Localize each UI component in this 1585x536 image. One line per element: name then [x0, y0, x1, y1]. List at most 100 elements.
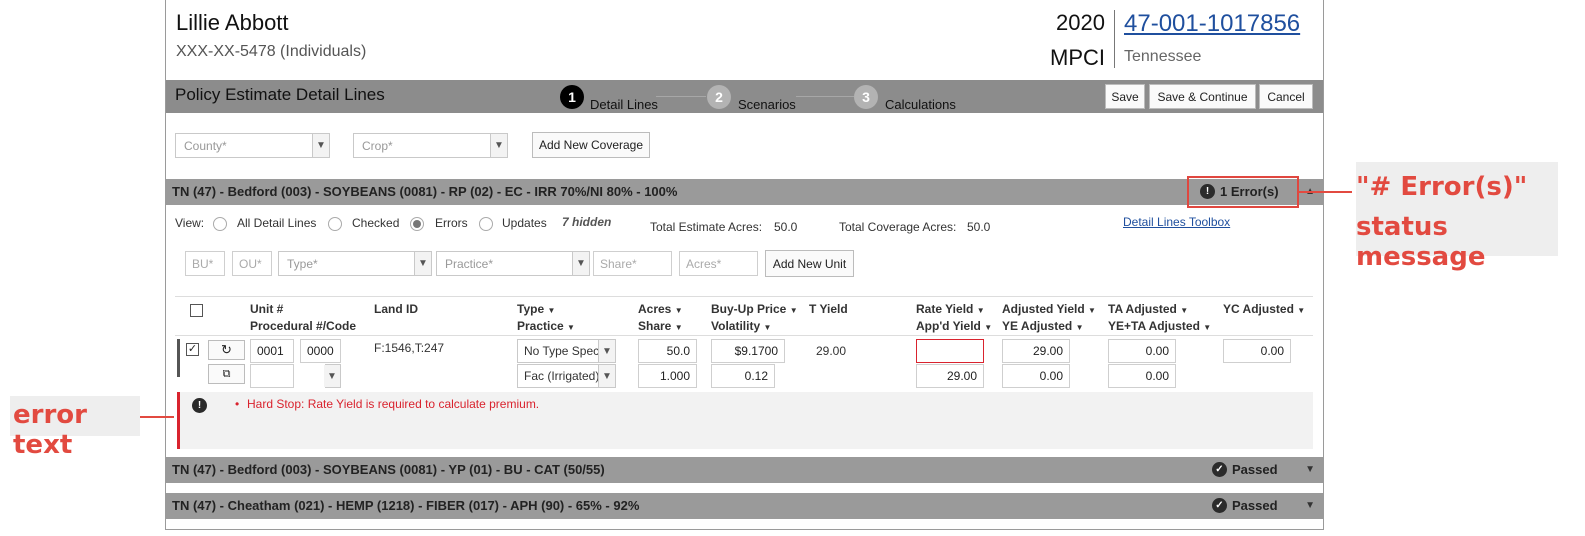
col-volatility[interactable]: Volatility ▼ — [711, 319, 771, 333]
practice-select[interactable]: Practice* ▼ — [436, 251, 590, 276]
code-select[interactable]: ▼ — [324, 364, 341, 388]
step-1-number[interactable]: 1 — [560, 85, 584, 109]
ta-adjusted-input[interactable]: 0.00 — [1108, 339, 1176, 363]
col-type[interactable]: Type ▼ — [517, 302, 555, 316]
col-ta-adjusted[interactable]: TA Adjusted ▼ — [1108, 302, 1188, 316]
step-3-label[interactable]: Calculations — [885, 97, 956, 112]
radio-label[interactable]: Errors — [435, 216, 468, 230]
undo-icon[interactable]: ↻ — [208, 340, 245, 360]
step-2-number[interactable]: 2 — [707, 85, 731, 109]
policy-state: Tennessee — [1124, 48, 1202, 65]
acres-value-input[interactable]: 50.0 — [638, 339, 697, 363]
ye-ta-adjusted-input[interactable]: 0.00 — [1108, 364, 1176, 388]
radio-errors[interactable] — [410, 217, 424, 231]
chevron-down-icon: ▼ — [572, 252, 589, 275]
radio-updates[interactable] — [479, 217, 493, 231]
volatility-input[interactable]: 0.12 — [711, 364, 775, 388]
coverage-group-bar[interactable]: TN (47) - Bedford (003) - SOYBEANS (0081… — [166, 179, 1323, 205]
row-practice-select[interactable]: Fac (Irrigated) ▼ — [517, 364, 616, 388]
crop-placeholder: Crop* — [362, 138, 393, 153]
total-estimate-label: Total Estimate Acres: — [650, 220, 763, 234]
row-indicator — [177, 339, 180, 377]
share-value-input[interactable]: 1.000 — [638, 364, 697, 388]
passed-status: ✓ Passed — [1212, 462, 1278, 477]
radio-label[interactable]: Updates — [502, 216, 547, 230]
coverage-group-title: TN (47) - Cheatham (021) - HEMP (1218) -… — [172, 498, 640, 513]
practice-placeholder: Practice* — [445, 256, 494, 271]
t-yield-value: 29.00 — [816, 344, 847, 358]
buyup-price-input[interactable]: $9.1700 — [711, 339, 785, 363]
chevron-down-icon: ▼ — [598, 365, 615, 387]
passed-label: Passed — [1232, 462, 1278, 477]
crop-select[interactable]: Crop* ▼ — [353, 133, 508, 158]
policy-number-link[interactable]: 47-001-1017856 — [1124, 10, 1300, 38]
chevron-down-icon: ▼ — [598, 340, 615, 362]
ye-adjusted-input[interactable]: 0.00 — [1002, 364, 1070, 388]
step-1-label[interactable]: Detail Lines — [590, 97, 658, 112]
view-label: View: — [175, 216, 205, 230]
unit-number-input[interactable]: 0001 — [250, 339, 294, 363]
bu-input[interactable]: BU* — [185, 251, 225, 276]
row-type-select[interactable]: No Type Spec ▼ — [517, 339, 616, 363]
status-annotation-line2: status message — [1356, 212, 1486, 272]
row-checkbox[interactable]: ✓ — [186, 343, 199, 356]
adjusted-yield-input[interactable]: 29.00 — [1002, 339, 1070, 363]
check-circle-icon: ✓ — [1212, 498, 1227, 513]
type-placeholder: Type* — [287, 256, 318, 271]
col-ye-ta-adjusted[interactable]: YE+TA Adjusted ▼ — [1108, 319, 1211, 333]
status-annotation-line1: "# Error(s)" — [1356, 172, 1528, 202]
alert-icon: ! — [192, 398, 207, 413]
type-select[interactable]: Type* ▼ — [278, 251, 432, 276]
step-3-number[interactable]: 3 — [854, 85, 878, 109]
policy-estimate-panel: Lillie Abbott XXX-XX-5478 (Individuals) … — [165, 0, 1324, 530]
add-new-coverage-button[interactable]: Add New Coverage — [532, 132, 650, 158]
detail-lines-toolbox-link[interactable]: Detail Lines Toolbox — [1123, 215, 1230, 229]
expand-caret-icon[interactable]: ▼ — [1305, 464, 1315, 475]
add-new-unit-button[interactable]: Add New Unit — [765, 250, 854, 277]
coverage-group-bar[interactable]: TN (47) - Bedford (003) - SOYBEANS (0081… — [166, 457, 1323, 483]
appd-yield-input[interactable]: 29.00 — [916, 364, 984, 388]
col-ye-adjusted[interactable]: YE Adjusted ▼ — [1002, 319, 1084, 333]
ou-input[interactable]: OU* — [232, 251, 272, 276]
select-all-checkbox[interactable] — [190, 304, 203, 317]
col-buyup-price[interactable]: Buy-Up Price ▼ — [711, 302, 798, 316]
chevron-down-icon: ▼ — [312, 134, 329, 157]
expand-caret-icon[interactable]: ▼ — [1305, 500, 1315, 511]
county-select[interactable]: County* ▼ — [175, 133, 330, 158]
col-share[interactable]: Share ▼ — [638, 319, 683, 333]
radio-checked[interactable] — [328, 217, 342, 231]
unit-number-2-input[interactable]: 0000 — [300, 339, 341, 363]
row-type-value: No Type Spec — [524, 344, 600, 358]
yc-adjusted-input[interactable]: 0.00 — [1223, 339, 1291, 363]
step-2-label[interactable]: Scenarios — [738, 97, 796, 112]
col-yc-adjusted[interactable]: YC Adjusted ▼ — [1223, 302, 1305, 316]
cancel-button[interactable]: Cancel — [1259, 84, 1313, 109]
copy-icon[interactable]: ⧉ — [208, 364, 245, 384]
status-annotation-line — [1298, 191, 1352, 193]
col-acres[interactable]: Acres ▼ — [638, 302, 683, 316]
col-practice[interactable]: Practice ▼ — [517, 319, 575, 333]
acres-input[interactable]: Acres* — [679, 251, 758, 276]
save-button[interactable]: Save — [1105, 84, 1145, 109]
col-rate-yield[interactable]: Rate Yield ▼ — [916, 302, 985, 316]
procedural-input[interactable] — [250, 364, 294, 388]
radio-label[interactable]: All Detail Lines — [237, 216, 316, 230]
col-appd-yield[interactable]: App'd Yield ▼ — [916, 319, 992, 333]
client-id: XXX-XX-5478 (Individuals) — [176, 43, 367, 60]
radio-all-detail-lines[interactable] — [213, 217, 227, 231]
check-circle-icon: ✓ — [1212, 462, 1227, 477]
total-estimate-value: 50.0 — [774, 220, 798, 234]
col-procedural: Procedural #/Code — [250, 319, 357, 333]
share-input[interactable]: Share* — [593, 251, 672, 276]
chevron-down-icon: ▼ — [490, 134, 507, 157]
radio-label[interactable]: Checked — [352, 216, 399, 230]
rate-yield-input[interactable] — [916, 339, 984, 363]
coverage-group-bar[interactable]: TN (47) - Cheatham (021) - HEMP (1218) -… — [166, 493, 1323, 519]
insurance-type: MPCI — [1050, 45, 1105, 70]
save-continue-button[interactable]: Save & Continue — [1149, 84, 1256, 109]
step-connector — [656, 96, 706, 97]
error-panel: ! • Hard Stop: Rate Yield is required to… — [177, 392, 1313, 449]
page-title: Policy Estimate Detail Lines — [175, 85, 385, 104]
col-adjusted-yield[interactable]: Adjusted Yield ▼ — [1002, 302, 1096, 316]
passed-status: ✓ Passed — [1212, 498, 1278, 513]
